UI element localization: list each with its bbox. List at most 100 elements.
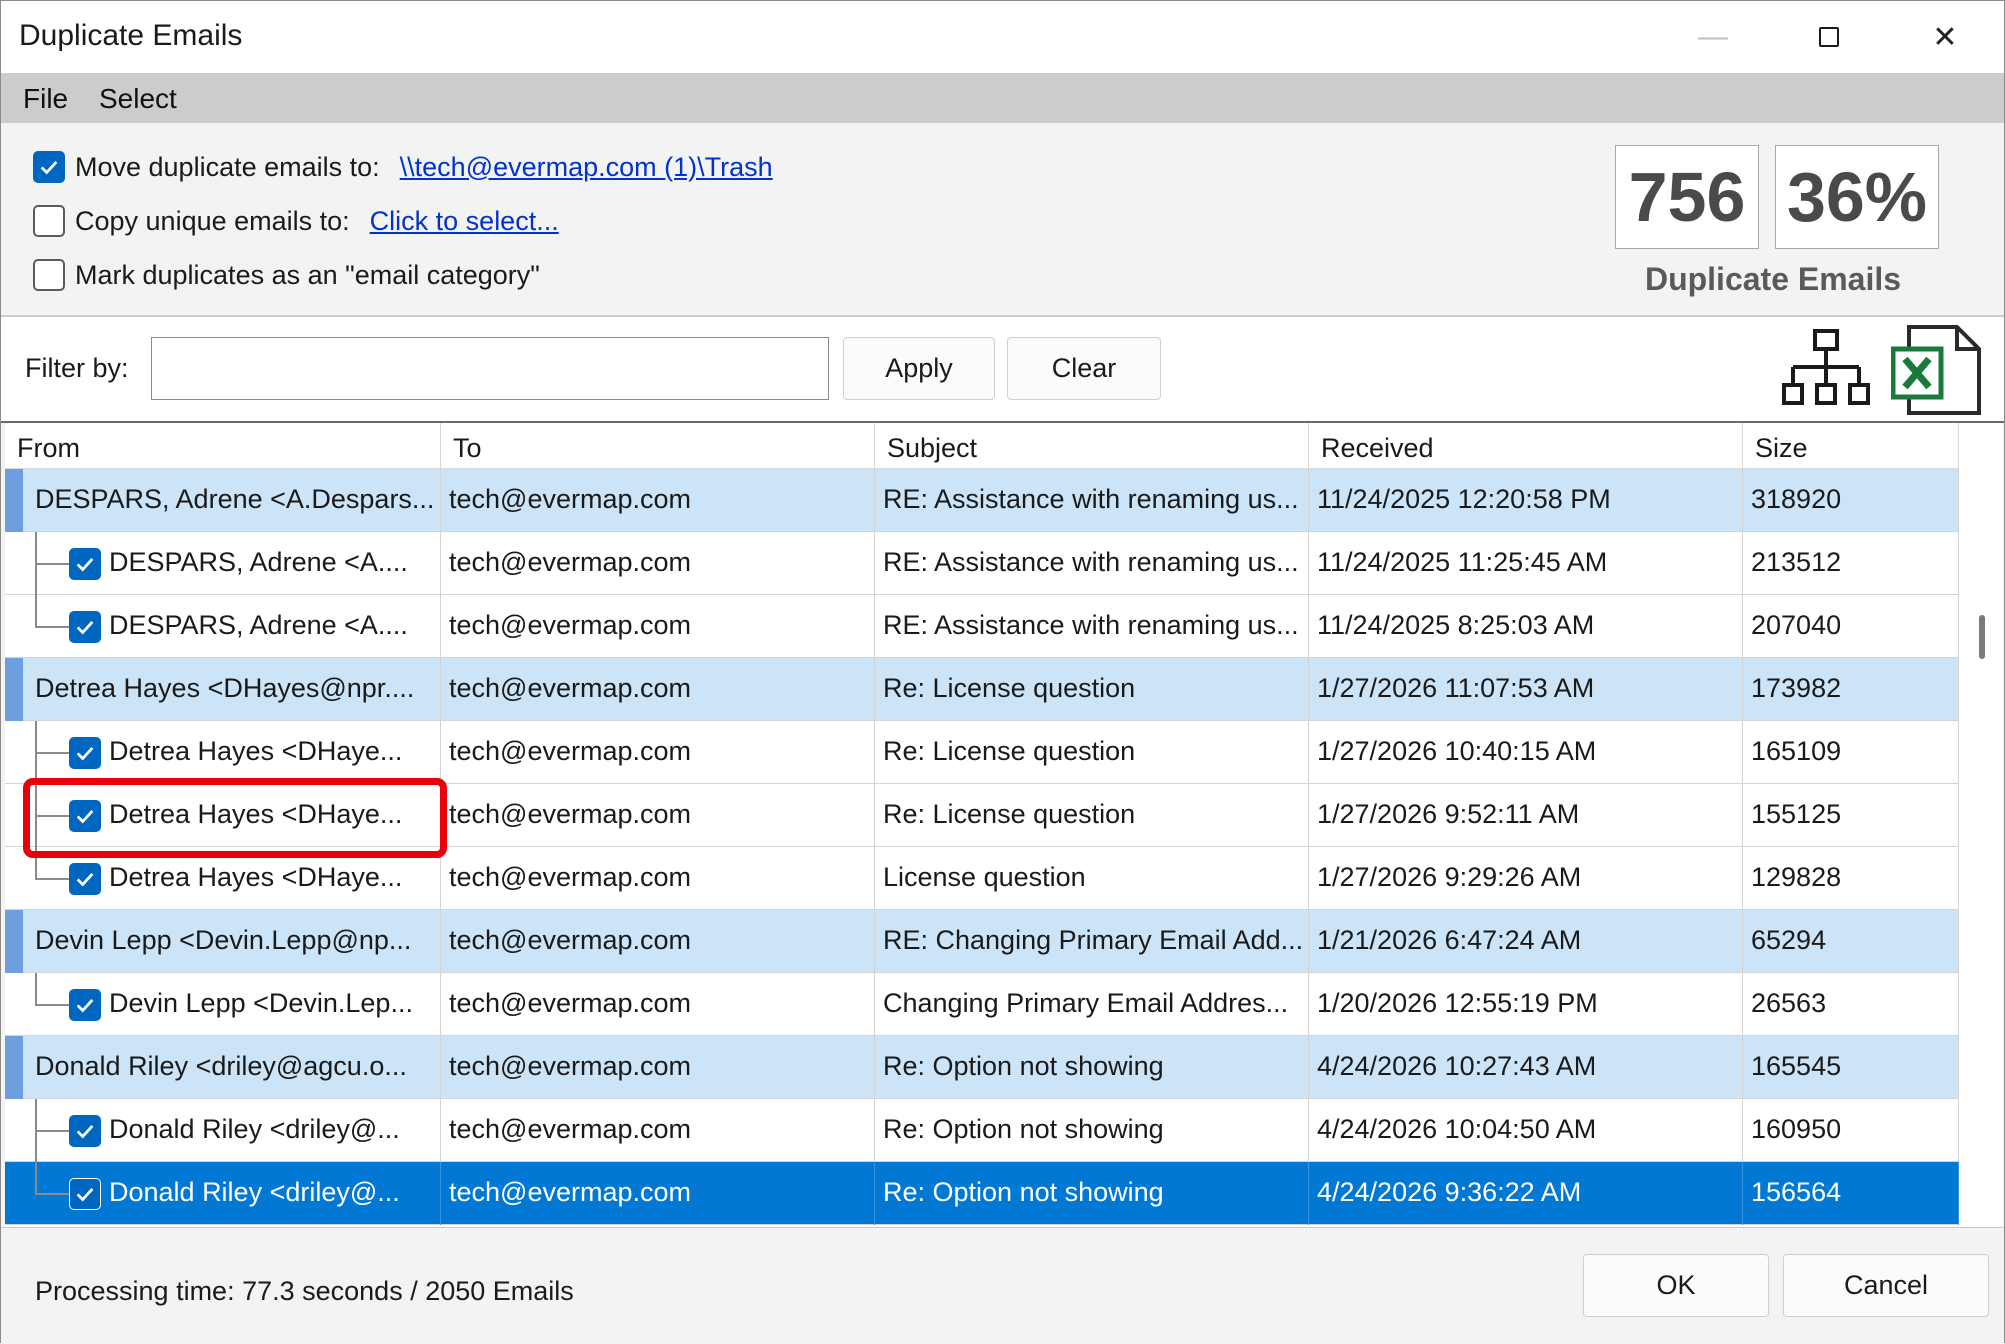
cancel-button[interactable]: Cancel xyxy=(1783,1254,1989,1317)
cell-size: 173982 xyxy=(1743,658,1959,721)
group-accent xyxy=(5,1036,23,1099)
move-duplicates-label: Move duplicate emails to: xyxy=(75,151,380,182)
close-icon: ✕ xyxy=(1932,20,1958,54)
cell-from: Devin Lepp <Devin.Lep... xyxy=(99,973,441,1036)
row-checkbox[interactable] xyxy=(69,737,101,769)
filter-input[interactable] xyxy=(151,337,829,400)
copy-unique-checkbox[interactable] xyxy=(33,205,65,237)
cell-size: 165545 xyxy=(1743,1036,1959,1099)
cell-size: 165109 xyxy=(1743,721,1959,784)
column-header-subject[interactable]: Subject xyxy=(875,423,1309,469)
minimize-button[interactable]: — xyxy=(1655,1,1771,73)
group-accent xyxy=(5,469,23,532)
group-row[interactable]: Donald Riley <driley@agcu.o... tech@everm… xyxy=(5,1036,1959,1099)
filter-label: Filter by: xyxy=(25,353,129,383)
cell-from: Donald Riley <driley@agcu.o... xyxy=(25,1036,441,1099)
cell-subject: RE: Assistance with renaming us... xyxy=(875,595,1309,658)
menu-select[interactable]: Select xyxy=(99,83,177,115)
cell-subject: License question xyxy=(875,847,1309,910)
row-checkbox[interactable] xyxy=(69,1115,101,1147)
row-checkbox[interactable] xyxy=(69,989,101,1021)
close-button[interactable]: ✕ xyxy=(1887,1,2003,73)
group-row[interactable]: Detrea Hayes <DHayes@npr.... tech@evermap… xyxy=(5,658,1959,721)
copy-unique-label: Copy unique emails to: xyxy=(75,205,350,236)
checkmark-icon xyxy=(76,1125,94,1139)
table-row[interactable]: DESPARS, Adrene <A.... tech@evermap.com RE… xyxy=(5,595,1959,658)
row-checkbox[interactable] xyxy=(69,611,101,643)
cell-to: tech@evermap.com xyxy=(441,721,875,784)
cell-size: 207040 xyxy=(1743,595,1959,658)
cell-subject: RE: Assistance with renaming us... xyxy=(875,469,1309,532)
cell-size: 155125 xyxy=(1743,784,1959,847)
cell-received: 1/20/2026 12:55:19 PM xyxy=(1309,973,1743,1036)
cell-received: 1/27/2026 9:52:11 AM xyxy=(1309,784,1743,847)
cell-subject: Re: License question xyxy=(875,721,1309,784)
cell-received: 1/21/2026 6:47:24 AM xyxy=(1309,910,1743,973)
cell-from: DESPARS, Adrene <A.... xyxy=(99,532,441,595)
cell-subject: Re: License question xyxy=(875,658,1309,721)
tree-connector xyxy=(35,563,69,565)
menu-file[interactable]: File xyxy=(23,83,68,115)
cell-from: Detrea Hayes <DHayes@npr.... xyxy=(25,658,441,721)
window-title: Duplicate Emails xyxy=(19,19,243,52)
cell-to: tech@evermap.com xyxy=(441,847,875,910)
cell-received: 11/24/2025 12:20:58 PM xyxy=(1309,469,1743,532)
cell-size: 26563 xyxy=(1743,973,1959,1036)
cell-to: tech@evermap.com xyxy=(441,595,875,658)
table-row[interactable]: Donald Riley <driley@... tech@evermap.com… xyxy=(5,1099,1959,1162)
ok-button[interactable]: OK xyxy=(1583,1254,1769,1317)
group-accent xyxy=(5,658,23,721)
cell-to: tech@evermap.com xyxy=(441,973,875,1036)
move-duplicates-checkbox[interactable] xyxy=(33,151,65,183)
row-checkbox[interactable] xyxy=(69,1178,101,1210)
cell-size: 160950 xyxy=(1743,1099,1959,1162)
table-row[interactable]: Donald Riley <driley@... tech@evermap.com… xyxy=(5,1162,1959,1225)
tree-connector xyxy=(35,878,69,880)
cell-to: tech@evermap.com xyxy=(441,1162,875,1225)
cell-size: 318920 xyxy=(1743,469,1959,532)
table-row[interactable]: Detrea Hayes <DHaye... tech@evermap.com Re… xyxy=(5,721,1959,784)
column-header-from[interactable]: From xyxy=(5,423,441,469)
cell-subject: Changing Primary Email Addres... xyxy=(875,973,1309,1036)
title-bar: Duplicate Emails — ✕ xyxy=(1,1,2004,73)
cell-received: 4/24/2026 10:04:50 AM xyxy=(1309,1099,1743,1162)
checkmark-icon xyxy=(76,873,94,887)
excel-icon[interactable] xyxy=(1891,323,1983,419)
row-checkbox[interactable] xyxy=(69,863,101,895)
mark-category-checkbox[interactable] xyxy=(33,259,65,291)
apply-button[interactable]: Apply xyxy=(843,337,995,400)
duplicate-stats-label: Duplicate Emails xyxy=(1644,261,1902,297)
row-checkbox[interactable] xyxy=(69,548,101,580)
cell-subject: Re: License question xyxy=(875,784,1309,847)
move-destination-link[interactable]: \\tech@evermap.com (1)\Trash xyxy=(400,152,773,183)
cell-to: tech@evermap.com xyxy=(441,532,875,595)
scrollbar-thumb[interactable] xyxy=(1979,615,1985,659)
table-row[interactable]: DESPARS, Adrene <A.... tech@evermap.com RE… xyxy=(5,532,1959,595)
cell-to: tech@evermap.com xyxy=(441,1036,875,1099)
column-header-to[interactable]: To xyxy=(441,423,875,469)
cell-from: Donald Riley <driley@... xyxy=(99,1099,441,1162)
checkmark-icon xyxy=(76,1188,94,1202)
tree-connector xyxy=(35,1004,69,1006)
highlight-annotation xyxy=(23,778,447,858)
footer: Processing time: 77.3 seconds / 2050 Ema… xyxy=(1,1227,2004,1344)
copy-destination-link[interactable]: Click to select... xyxy=(370,206,559,237)
group-row[interactable]: Devin Lepp <Devin.Lepp@np... tech@evermap… xyxy=(5,910,1959,973)
table-row[interactable]: Devin Lepp <Devin.Lep... tech@evermap.com… xyxy=(5,973,1959,1036)
maximize-button[interactable] xyxy=(1771,1,1887,73)
clear-button[interactable]: Clear xyxy=(1007,337,1161,400)
tree-connector xyxy=(35,626,69,628)
grid-header: From To Subject Received Size xyxy=(5,423,1959,469)
column-header-received[interactable]: Received xyxy=(1309,423,1743,469)
group-row[interactable]: DESPARS, Adrene <A.Despars... tech@everma… xyxy=(5,469,1959,532)
cell-received: 4/24/2026 10:27:43 AM xyxy=(1309,1036,1743,1099)
minimize-icon: — xyxy=(1698,20,1728,53)
column-header-size[interactable]: Size xyxy=(1743,423,1959,469)
hierarchy-icon[interactable] xyxy=(1781,327,1871,417)
filter-bar: Filter by: Apply Clear xyxy=(1,316,2004,423)
cell-subject: Re: Option not showing xyxy=(875,1099,1309,1162)
cell-size: 65294 xyxy=(1743,910,1959,973)
cell-size: 156564 xyxy=(1743,1162,1959,1225)
cell-to: tech@evermap.com xyxy=(441,1099,875,1162)
tree-connector xyxy=(35,595,37,627)
